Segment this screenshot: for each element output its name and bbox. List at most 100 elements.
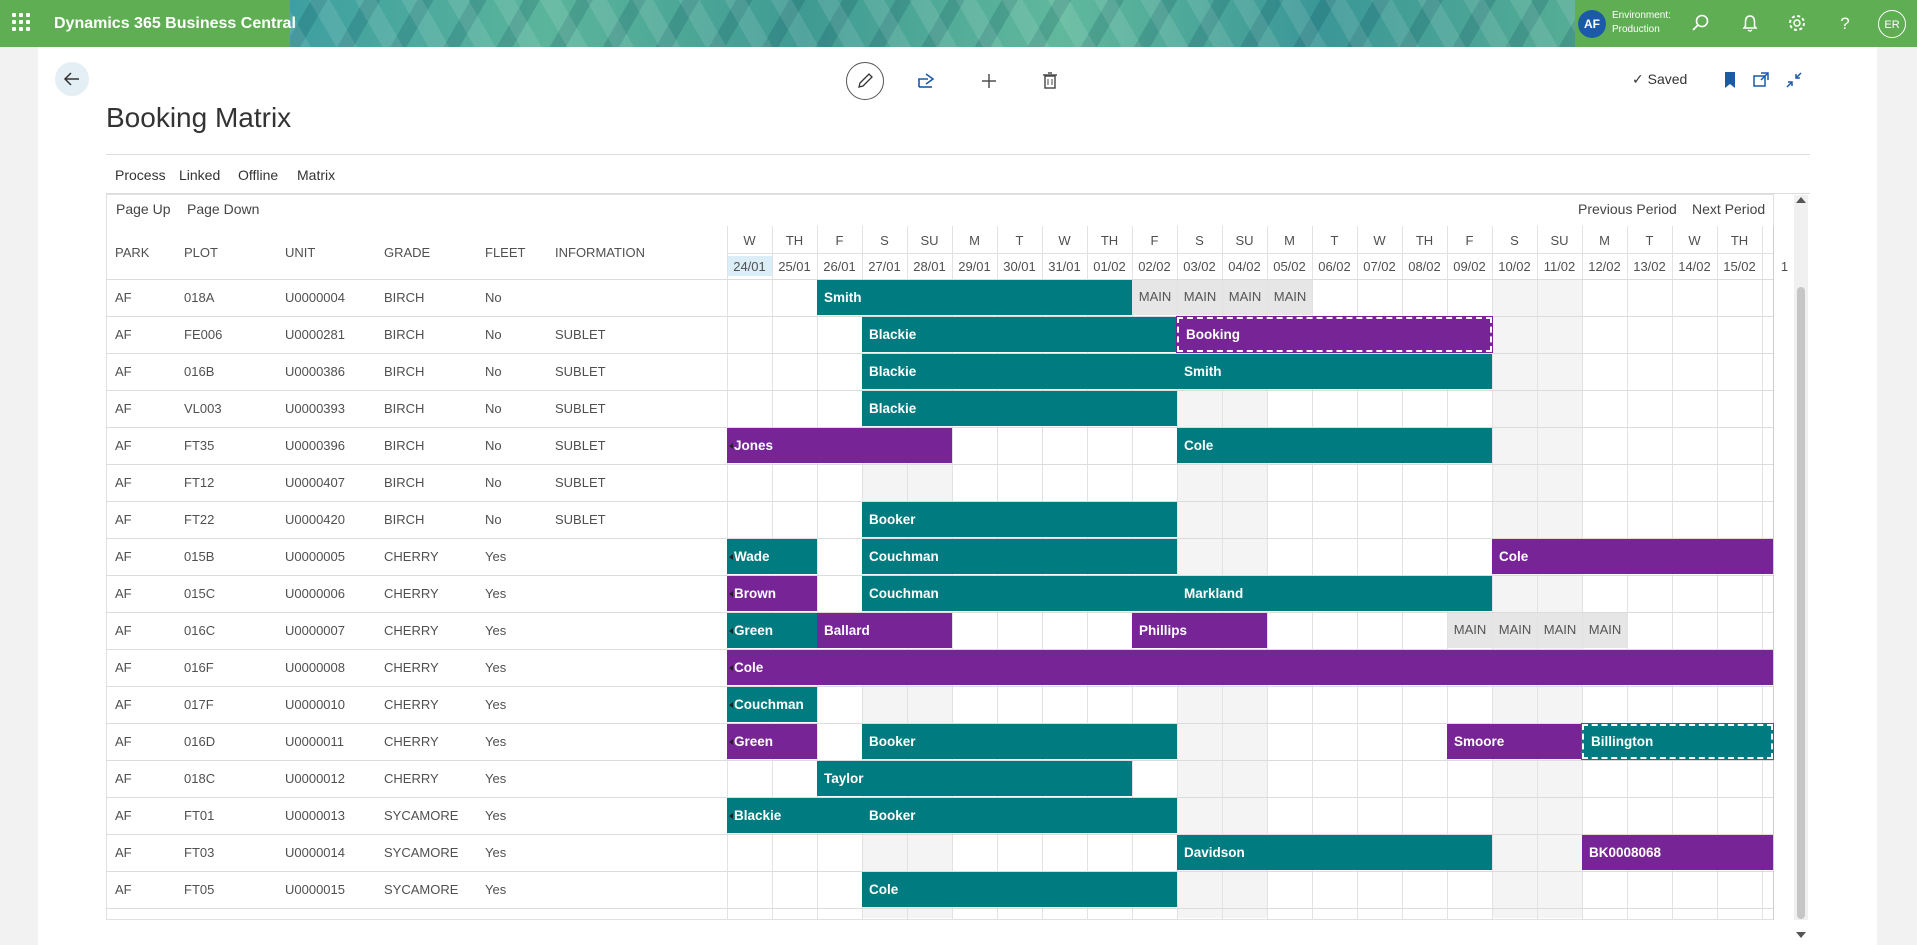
booking-bar[interactable]: Cole — [1492, 539, 1773, 574]
open-new-window-icon[interactable] — [1751, 70, 1771, 90]
booking-bar[interactable]: BK0008068 — [1582, 835, 1773, 870]
date-header[interactable]: 25/01 — [772, 259, 817, 274]
next-period-button[interactable]: Next Period — [1692, 201, 1765, 217]
date-header[interactable]: 11/02 — [1537, 259, 1582, 274]
booking-bar[interactable]: Couchman — [727, 687, 817, 722]
cell-plot[interactable]: 016F — [184, 660, 214, 675]
cell-plot[interactable]: 018A — [184, 290, 214, 305]
help-icon[interactable]: ? — [1835, 13, 1855, 33]
booking-bar[interactable]: Blackie — [862, 391, 1177, 426]
booking-bar[interactable]: Blackie — [862, 354, 1177, 389]
booking-bar[interactable]: Booking — [1176, 316, 1493, 353]
maintenance-block[interactable]: MAIN — [1538, 613, 1582, 648]
date-header[interactable]: 28/01 — [907, 259, 952, 274]
date-header[interactable]: 10/02 — [1492, 259, 1537, 274]
cell-unit[interactable]: U0000006 — [285, 586, 345, 601]
date-header[interactable]: 27/01 — [862, 259, 907, 274]
date-header[interactable]: 04/02 — [1222, 259, 1267, 274]
scroll-down-arrow-icon[interactable] — [1796, 932, 1806, 938]
app-title[interactable]: Dynamics 365 Business Central — [54, 0, 296, 47]
booking-bar[interactable]: Blackie — [727, 798, 862, 833]
booking-bar[interactable]: Booker — [862, 798, 1177, 833]
booking-bar[interactable]: Markland — [1177, 576, 1492, 611]
scrollbar-thumb[interactable] — [1797, 287, 1805, 919]
cell-unit[interactable]: U0000281 — [285, 327, 345, 342]
edit-button[interactable] — [846, 62, 884, 100]
menu-process[interactable]: Process — [115, 167, 166, 183]
bookmark-icon[interactable] — [1720, 70, 1740, 90]
booking-bar[interactable]: Smoore — [1447, 724, 1582, 759]
cell-plot[interactable]: FT22 — [184, 512, 214, 527]
booking-bar[interactable]: Green — [727, 724, 817, 759]
cell-unit[interactable]: U0000005 — [285, 549, 345, 564]
date-header[interactable]: 03/02 — [1177, 259, 1222, 274]
cell-plot[interactable]: FT05 — [184, 882, 214, 897]
page-down-button[interactable]: Page Down — [187, 201, 259, 217]
date-header[interactable]: 02/02 — [1132, 259, 1177, 274]
cell-plot[interactable]: FE006 — [184, 327, 222, 342]
cell-unit[interactable]: U0000012 — [285, 771, 345, 786]
share-button[interactable] — [908, 62, 946, 100]
maintenance-block[interactable]: MAIN — [1268, 280, 1312, 315]
cell-unit[interactable]: U0000386 — [285, 364, 345, 379]
date-header[interactable]: 12/02 — [1582, 259, 1627, 274]
collapse-icon[interactable] — [1784, 70, 1804, 90]
booking-bar[interactable]: Ballard — [817, 613, 952, 648]
cell-unit[interactable]: U0000420 — [285, 512, 345, 527]
date-header[interactable]: 09/02 — [1447, 259, 1492, 274]
booking-bar[interactable]: Smith — [1177, 354, 1492, 389]
environment-info[interactable]: Environment: Production — [1612, 9, 1671, 37]
cell-plot[interactable]: 018C — [184, 771, 215, 786]
cell-unit[interactable]: U0000010 — [285, 697, 345, 712]
booking-bar[interactable]: Blackie — [862, 317, 1177, 352]
cell-plot[interactable]: 016C — [184, 623, 215, 638]
date-header[interactable]: 07/02 — [1357, 259, 1402, 274]
settings-gear-icon[interactable] — [1787, 13, 1807, 33]
cell-plot[interactable]: 015C — [184, 586, 215, 601]
menu-matrix[interactable]: Matrix — [297, 167, 335, 183]
notification-bell-icon[interactable] — [1740, 13, 1760, 33]
booking-bar[interactable]: Brown — [727, 576, 817, 611]
booking-bar[interactable]: Booker — [862, 724, 1177, 759]
cell-unit[interactable]: U0000004 — [285, 290, 345, 305]
date-header[interactable]: 31/01 — [1042, 259, 1087, 274]
company-avatar[interactable]: AF — [1578, 10, 1606, 38]
menu-linked[interactable]: Linked — [179, 167, 220, 183]
booking-bar[interactable]: Jones — [727, 428, 952, 463]
back-button[interactable] — [55, 62, 89, 96]
date-header[interactable]: 08/02 — [1402, 259, 1447, 274]
maintenance-block[interactable]: MAIN — [1133, 280, 1177, 315]
new-button[interactable] — [970, 62, 1008, 100]
date-header[interactable]: 15/02 — [1717, 259, 1762, 274]
date-header[interactable]: 1 — [1762, 259, 1807, 274]
cell-plot[interactable]: FT35 — [184, 438, 214, 453]
cell-unit[interactable]: U0000014 — [285, 845, 345, 860]
date-header[interactable]: 30/01 — [997, 259, 1042, 274]
maintenance-block[interactable]: MAIN — [1223, 280, 1267, 315]
booking-bar[interactable]: Phillips — [1132, 613, 1267, 648]
cell-unit[interactable]: U0000396 — [285, 438, 345, 453]
booking-bar[interactable]: Cole — [1177, 428, 1492, 463]
page-up-button[interactable]: Page Up — [116, 201, 170, 217]
maintenance-block[interactable]: MAIN — [1178, 280, 1222, 315]
booking-bar[interactable]: Cole — [862, 872, 1177, 907]
date-header[interactable]: 29/01 — [952, 259, 997, 274]
search-icon[interactable] — [1691, 13, 1711, 33]
date-header[interactable]: 05/02 — [1267, 259, 1312, 274]
cell-plot[interactable]: 015B — [184, 549, 214, 564]
maintenance-block[interactable]: MAIN — [1448, 613, 1492, 648]
cell-unit[interactable]: U0000011 — [285, 734, 344, 749]
booking-bar[interactable]: Taylor — [817, 761, 1132, 796]
date-header[interactable]: 14/02 — [1672, 259, 1717, 274]
cell-unit[interactable]: U0000013 — [285, 808, 345, 823]
date-header[interactable]: 24/01 — [727, 259, 772, 274]
cell-plot[interactable]: 017F — [184, 697, 214, 712]
cell-unit[interactable]: U0000407 — [285, 475, 345, 490]
cell-plot[interactable]: 016D — [184, 734, 215, 749]
date-header[interactable]: 01/02 — [1087, 259, 1132, 274]
booking-bar[interactable]: Billington — [1581, 723, 1774, 760]
cell-unit[interactable]: U0000007 — [285, 623, 345, 638]
booking-bar[interactable]: Couchman — [862, 539, 1177, 574]
booking-bar[interactable]: Couchman — [862, 576, 1177, 611]
booking-bar[interactable]: Davidson — [1177, 835, 1492, 870]
